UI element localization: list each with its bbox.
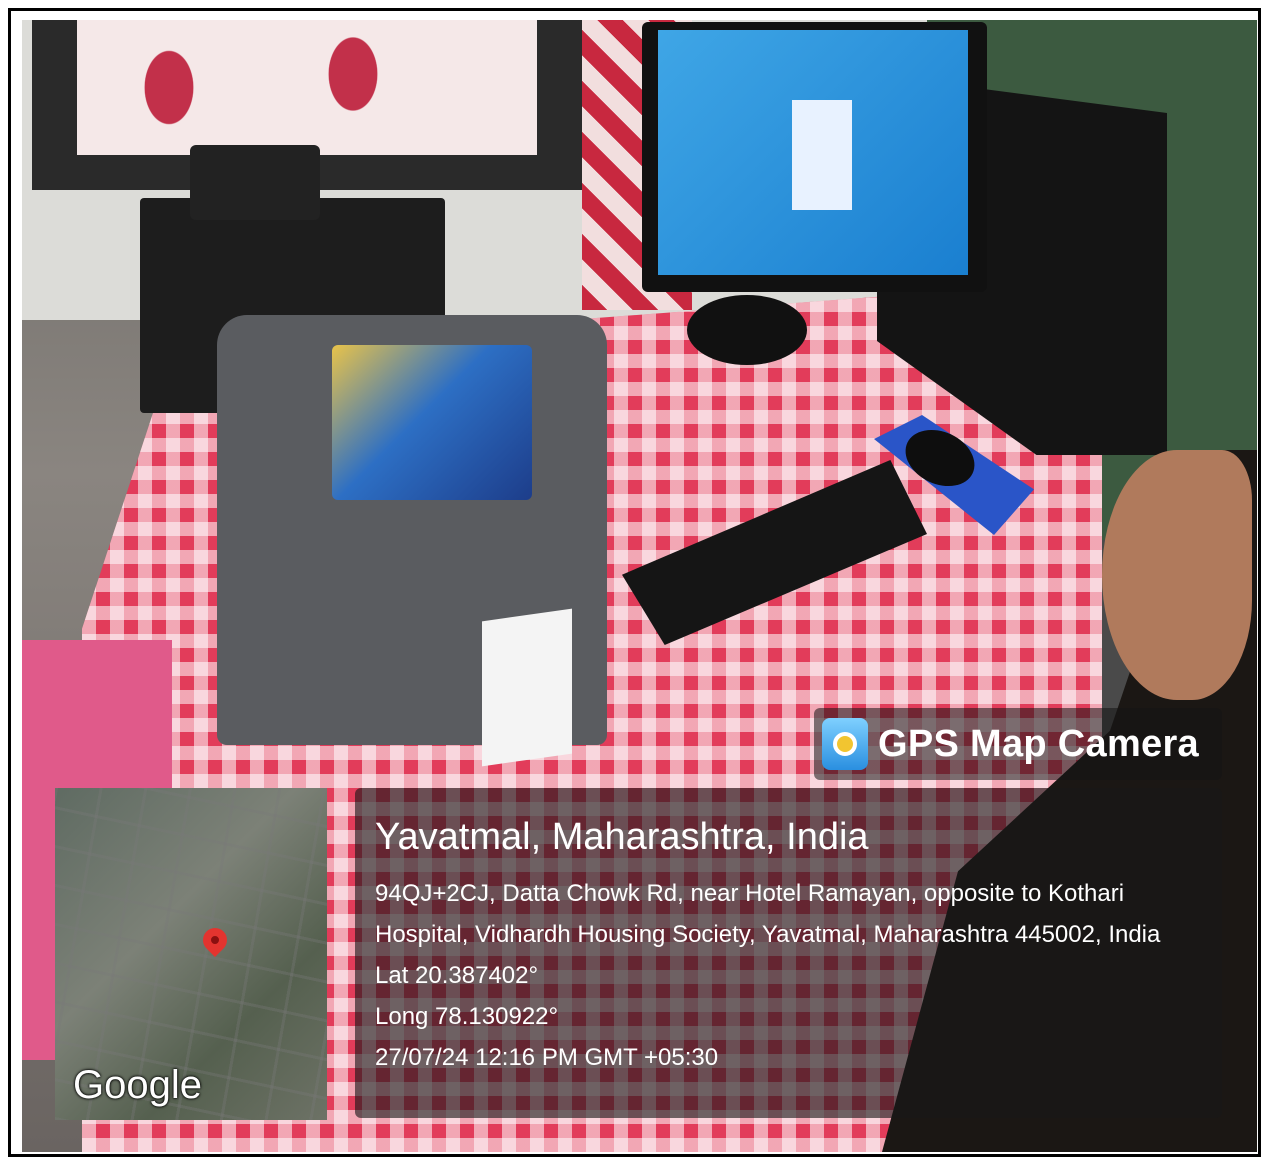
map-thumbnail: Google [55,788,327,1120]
place-name: Yavatmal, Maharashtra, India [375,816,869,858]
address-line-2: Hospital, Vidhardh Housing Society, Yava… [375,921,1161,948]
latitude: Lat 20.387402° [375,962,539,989]
power-adapter [190,145,320,220]
photo: GPS Map Camera Google Yavatmal, Maharash… [22,20,1257,1152]
printed-label-paper [482,608,572,767]
google-logo: Google [73,1063,202,1107]
app-name: GPS Map Camera [878,722,1199,765]
gps-map-camera-badge: GPS Map Camera [814,708,1222,780]
screen-dialog [792,100,852,210]
gps-camera-icon [822,718,868,770]
camera-lens-icon [833,732,857,756]
longitude: Long 78.130922° [375,1003,559,1030]
printer-sticker [332,345,532,500]
location-pin-icon [198,923,232,957]
curtain [77,20,537,155]
timestamp: 27/07/24 12:16 PM GMT +05:30 [375,1044,719,1071]
location-info-panel: Yavatmal, Maharashtra, India 94QJ+2CJ, D… [355,788,1222,1118]
monitor-stand [687,295,807,365]
address-line-1: 94QJ+2CJ, Datta Chowk Rd, near Hotel Ram… [375,880,1125,907]
hand [1102,450,1252,700]
